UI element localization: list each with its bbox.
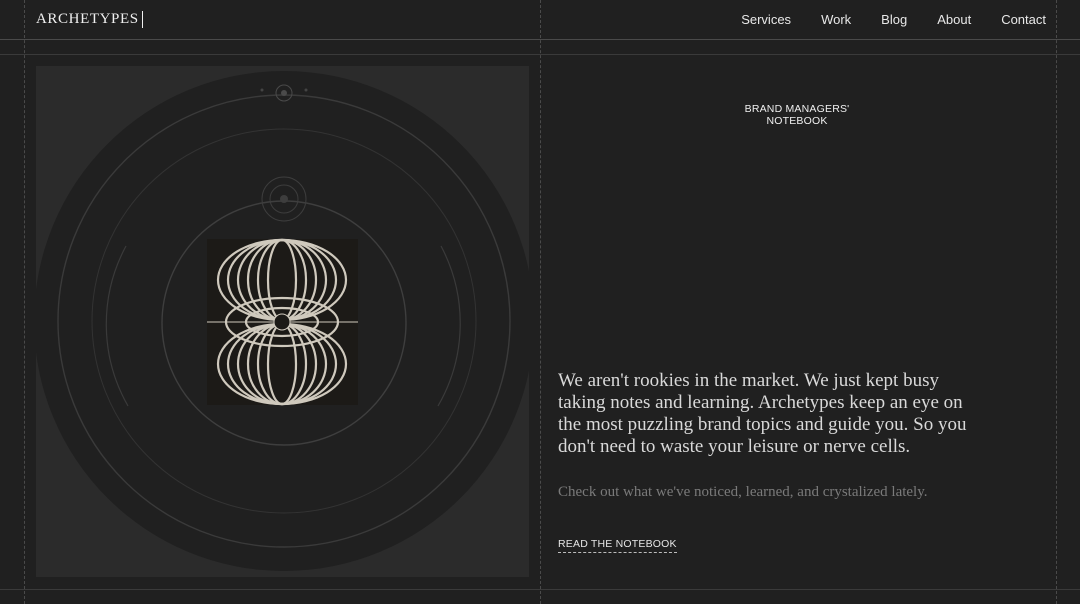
grid-guide-line <box>1056 0 1057 604</box>
nav-item-services[interactable]: Services <box>741 12 791 27</box>
nav-item-blog[interactable]: Blog <box>881 12 907 27</box>
nav-item-contact[interactable]: Contact <box>1001 12 1046 27</box>
kicker-line-1: BRAND MANAGERS' <box>744 103 850 115</box>
grid-guide-line <box>24 0 25 604</box>
grid-guide-line <box>540 0 541 604</box>
read-notebook-link[interactable]: READ THE NOTEBOOK <box>558 538 677 553</box>
kicker-line-2: NOTEBOOK <box>766 115 828 127</box>
section-kicker: BRAND MANAGERS' NOTEBOOK <box>697 103 897 127</box>
concentric-circles-artwork <box>36 71 529 571</box>
nav-item-work[interactable]: Work <box>821 12 851 27</box>
main-nav: Services Work Blog About Contact <box>741 12 1046 27</box>
logo-cursor <box>141 11 143 28</box>
field-lines-image <box>207 238 358 406</box>
logo-text: ARCHETYPES <box>36 11 139 27</box>
notebook-illustration <box>36 66 529 577</box>
lead-paragraph: We aren't rookies in the market. We just… <box>558 370 967 457</box>
nav-item-about[interactable]: About <box>937 12 971 27</box>
sub-paragraph: Check out what we've noticed, learned, a… <box>558 484 928 500</box>
archetypes-logo[interactable]: ARCHETYPES <box>36 11 143 28</box>
